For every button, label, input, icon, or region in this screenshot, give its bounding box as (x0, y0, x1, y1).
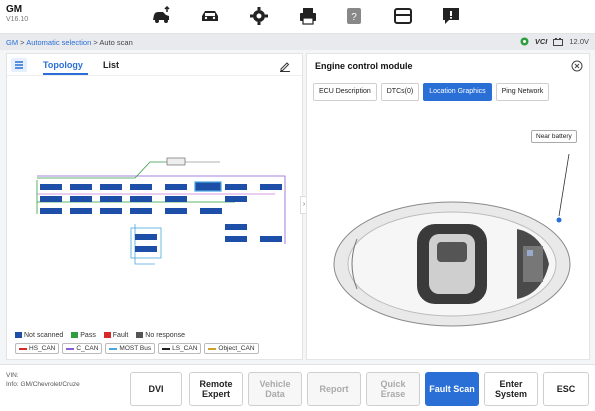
remote-expert-label-1: Remote (199, 379, 233, 389)
help-icon[interactable]: ? (343, 6, 365, 26)
module-detail-panel: Engine control module ECU Description DT… (306, 53, 590, 360)
legend-not-scanned-label: Not scanned (24, 332, 64, 339)
bottom-bar: VIN: Info: GM/Chevrolet/Cruze DVI Remote… (0, 364, 595, 411)
tab-topology[interactable]: Topology (43, 60, 83, 70)
legend-no-response-label: No response (145, 332, 185, 339)
car-upload-icon[interactable] (150, 5, 172, 26)
printer-icon[interactable] (297, 6, 319, 26)
vin-label: VIN: (6, 372, 19, 379)
top-bar: GM V16.10 ? (0, 0, 595, 34)
esc-button[interactable]: ESC (543, 372, 589, 406)
topology-panel: Topology List Not scanned Pass Fault No … (6, 53, 303, 360)
legend-not-scanned: Not scanned (15, 332, 63, 339)
vehicle-data-label-1: Vehicle (259, 379, 291, 389)
vehicle-data-button[interactable]: Vehicle Data (248, 372, 302, 406)
car-location-graphic (327, 153, 577, 354)
remote-expert-label-2: Expert (201, 389, 230, 399)
tab-dtcs[interactable]: DTCs(0) (380, 83, 420, 101)
legend-no-response: No response (136, 332, 185, 339)
svg-text:?: ? (351, 12, 357, 23)
report-button-label: Report (319, 384, 349, 394)
breadcrumb-sep: > (18, 38, 27, 47)
bus-chip-ls-can: LS_CAN (158, 343, 202, 354)
bus-label: Object_CAN (218, 345, 255, 352)
bus-label: LS_CAN (172, 345, 198, 352)
folder-icon[interactable] (392, 6, 414, 26)
dvi-button[interactable]: DVI (130, 372, 182, 406)
remote-expert-button[interactable]: Remote Expert (189, 372, 243, 406)
software-version: V16.10 (6, 16, 29, 23)
report-button[interactable]: Report (307, 372, 361, 406)
vehicle-info: VIN: Info: GM/Chevrolet/Cruze (6, 371, 80, 389)
enter-system-button[interactable]: Enter System (484, 372, 538, 406)
menu-icon[interactable] (11, 58, 27, 72)
legend-fault-label: Fault (112, 332, 129, 339)
bus-label: HS_CAN (29, 345, 56, 352)
vehicle-data-label-2: Data (265, 389, 285, 399)
topology-diagram[interactable] (15, 154, 295, 314)
brand: GM V16.10 (6, 4, 28, 23)
gear-icon[interactable] (248, 6, 270, 26)
location-callout: Near battery (531, 130, 577, 143)
quick-erase-label-2: Erase (380, 389, 406, 399)
legend-fault: Fault (103, 332, 129, 339)
legend-pass: Pass (71, 332, 96, 339)
bus-chip-most-bus: MOST Bus (105, 343, 156, 354)
vci-status: VCI (534, 37, 548, 46)
feedback-icon[interactable] (440, 6, 462, 26)
vehicle-info-text: Info: GM/Chevrolet/Cruze (6, 381, 80, 388)
enter-system-label-1: Enter (499, 379, 523, 389)
tab-topology-indicator (43, 73, 88, 75)
vehicle-make: GM (6, 4, 23, 15)
connection-status: VCI 12.0V (520, 37, 589, 46)
edit-icon[interactable] (279, 59, 291, 72)
close-icon[interactable] (571, 59, 583, 72)
breadcrumb-automatic-selection[interactable]: Automatic selection (26, 38, 91, 47)
breadcrumb: GM > Automatic selection > Auto scan (6, 38, 133, 47)
network-icon (520, 37, 529, 46)
breadcrumb-bar: GM > Automatic selection > Auto scan VCI… (0, 34, 595, 50)
tab-location-graphics[interactable]: Location Graphics (423, 83, 492, 101)
enter-system-label-2: System (494, 389, 528, 399)
bus-chip-hs-can: HS_CAN (15, 343, 60, 354)
tab-ping-network[interactable]: Ping Network (495, 83, 550, 101)
module-tabs: ECU Description DTCs(0) Location Graphic… (313, 83, 550, 101)
module-title: Engine control module (315, 61, 413, 71)
quick-erase-label-1: Quick (380, 379, 406, 389)
esc-button-label: ESC (556, 384, 576, 394)
voltage-readout: 12.0V (569, 37, 589, 46)
bus-label: MOST Bus (119, 345, 152, 352)
fault-scan-label: Fault Scan (429, 384, 475, 394)
fault-scan-button[interactable]: Fault Scan (425, 372, 479, 406)
legend-pass-label: Pass (80, 332, 96, 339)
topology-panel-header: Topology List (7, 54, 302, 76)
bus-label: C_CAN (76, 345, 99, 352)
bus-chip-c-can: C_CAN (62, 343, 103, 354)
battery-icon (553, 37, 564, 46)
breadcrumb-auto-scan: Auto scan (99, 38, 133, 47)
tab-ecu-description[interactable]: ECU Description (313, 83, 377, 101)
breadcrumb-make[interactable]: GM (6, 38, 18, 47)
tab-list[interactable]: List (103, 60, 119, 70)
bus-chip-object-can: Object_CAN (204, 343, 259, 354)
car-icon[interactable] (199, 6, 221, 26)
topology-legend: Not scanned Pass Fault No response HS_CA… (15, 332, 259, 354)
quick-erase-button[interactable]: Quick Erase (366, 372, 420, 406)
dvi-button-label: DVI (148, 384, 164, 394)
